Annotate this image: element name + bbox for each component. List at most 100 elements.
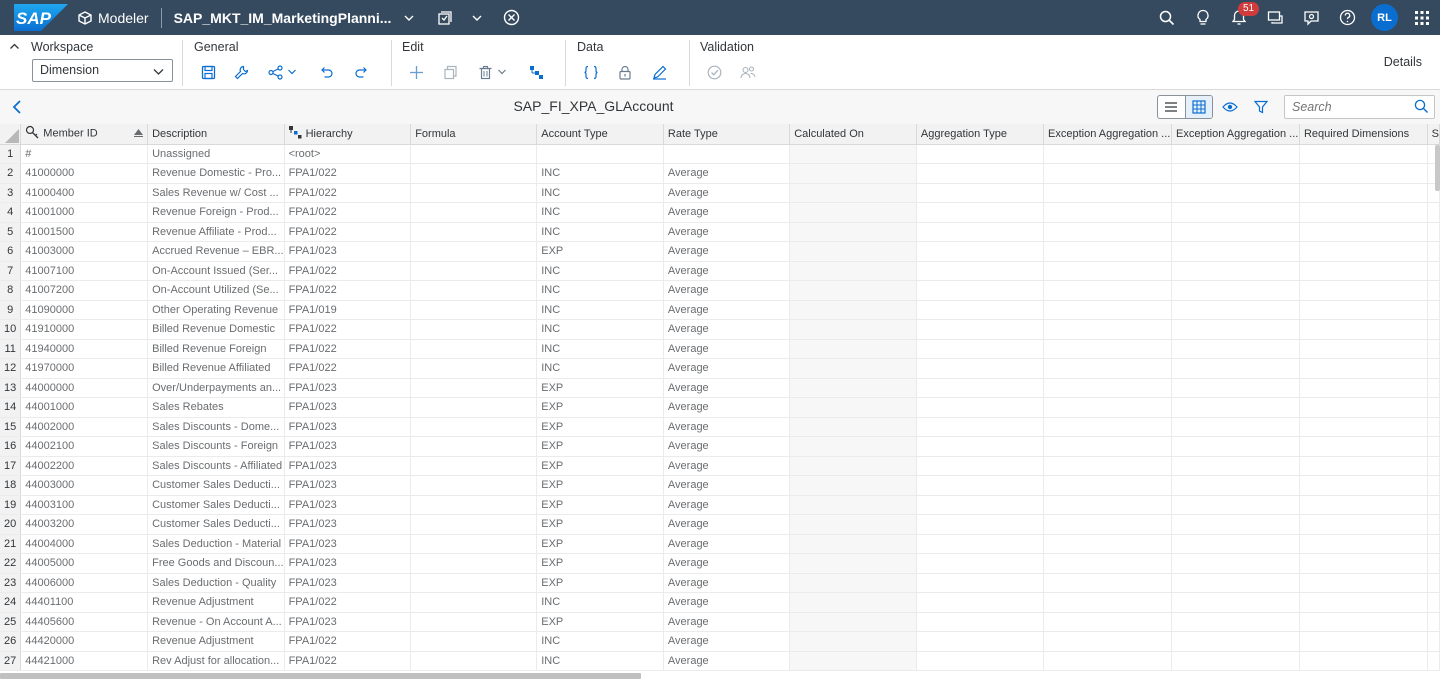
formula-cell[interactable] xyxy=(410,261,538,281)
empty-cell[interactable] xyxy=(1171,202,1300,223)
details-button[interactable]: Details xyxy=(1384,55,1422,69)
horizontal-scrollbar[interactable] xyxy=(0,673,641,679)
empty-cell[interactable] xyxy=(1043,475,1173,496)
empty-cell[interactable] xyxy=(1043,573,1173,593)
hierarchy-cell[interactable]: FPA1/022 xyxy=(284,261,412,281)
list-view-icon[interactable] xyxy=(1158,96,1185,118)
empty-cell[interactable] xyxy=(789,514,917,535)
member-id-cell[interactable]: 41970000 xyxy=(20,358,149,379)
account-type-cell[interactable]: INC xyxy=(536,300,664,320)
rate-type-cell[interactable]: Average xyxy=(663,261,791,281)
description-cell[interactable]: Sales Deduction - Quality xyxy=(147,573,285,593)
vertical-scrollbar[interactable] xyxy=(1435,145,1440,191)
collapse-chevron-up-icon[interactable] xyxy=(6,38,22,54)
sort-ascending-icon[interactable] xyxy=(134,128,144,140)
empty-cell[interactable] xyxy=(789,202,917,223)
delete-chevron-down-icon[interactable] xyxy=(495,62,509,82)
formula-cell[interactable] xyxy=(410,534,538,554)
empty-cell[interactable] xyxy=(789,280,917,301)
empty-cell[interactable] xyxy=(1299,475,1428,496)
empty-cell[interactable] xyxy=(1299,553,1428,574)
rate-type-cell[interactable]: Average xyxy=(663,339,791,359)
account-type-cell[interactable]: INC xyxy=(536,319,664,340)
empty-cell[interactable] xyxy=(1427,553,1440,574)
table-row[interactable]: 21 44004000 Sales Deduction - Material FPA1… xyxy=(0,534,1440,554)
formula-cell[interactable] xyxy=(410,397,538,418)
column-header-member-id[interactable]: Member ID xyxy=(20,124,149,145)
empty-cell[interactable] xyxy=(1299,222,1428,242)
account-type-cell[interactable]: EXP xyxy=(536,241,664,262)
empty-cell[interactable] xyxy=(1427,222,1440,242)
close-circle-icon[interactable] xyxy=(495,2,527,34)
empty-cell[interactable] xyxy=(1043,631,1173,652)
empty-cell[interactable] xyxy=(1043,651,1173,671)
hierarchy-cell[interactable]: FPA1/022 xyxy=(284,319,412,340)
empty-cell[interactable] xyxy=(1171,417,1300,437)
hierarchy-cell[interactable]: FPA1/023 xyxy=(284,495,412,515)
empty-cell[interactable] xyxy=(1171,261,1300,281)
empty-cell[interactable] xyxy=(916,534,1045,554)
formula-cell[interactable] xyxy=(410,339,538,359)
member-id-cell[interactable]: 44004000 xyxy=(20,534,149,554)
formula-cell[interactable] xyxy=(410,436,538,457)
description-cell[interactable]: Sales Discounts - Dome... xyxy=(147,417,285,437)
empty-cell[interactable] xyxy=(1427,339,1440,359)
account-type-cell[interactable]: EXP xyxy=(536,573,664,593)
empty-cell[interactable] xyxy=(916,358,1045,379)
account-type-cell[interactable]: INC xyxy=(536,163,664,184)
empty-cell[interactable] xyxy=(1299,436,1428,457)
hierarchy-cell[interactable]: FPA1/022 xyxy=(284,339,412,359)
rate-type-cell[interactable]: Average xyxy=(663,475,791,496)
description-cell[interactable]: Revenue Affiliate - Prod... xyxy=(147,222,285,242)
empty-cell[interactable] xyxy=(1043,202,1173,223)
empty-cell[interactable] xyxy=(1299,514,1428,535)
empty-cell[interactable] xyxy=(1043,397,1173,418)
empty-cell[interactable] xyxy=(1043,144,1173,164)
empty-cell[interactable] xyxy=(916,144,1045,164)
column-header-formula[interactable]: Formula xyxy=(410,124,538,145)
empty-cell[interactable] xyxy=(1043,436,1173,457)
member-id-cell[interactable]: 44401100 xyxy=(20,592,149,613)
formula-braces-icon[interactable] xyxy=(581,62,601,82)
empty-cell[interactable] xyxy=(1299,202,1428,223)
hierarchy-cell[interactable]: FPA1/023 xyxy=(284,378,412,398)
formula-cell[interactable] xyxy=(410,163,538,184)
account-type-cell[interactable]: INC xyxy=(536,631,664,652)
empty-cell[interactable] xyxy=(789,612,917,632)
empty-cell[interactable] xyxy=(916,573,1045,593)
account-type-cell[interactable]: INC xyxy=(536,280,664,301)
formula-cell[interactable] xyxy=(410,358,538,379)
empty-cell[interactable] xyxy=(916,241,1045,262)
empty-cell[interactable] xyxy=(916,378,1045,398)
description-cell[interactable]: Accrued Revenue – EBR... xyxy=(147,241,285,262)
table-row[interactable]: 10 41910000 Billed Revenue Domestic FPA1/02… xyxy=(0,319,1440,340)
account-type-cell[interactable]: EXP xyxy=(536,378,664,398)
users-check-icon[interactable] xyxy=(738,62,758,82)
rate-type-cell[interactable]: Average xyxy=(663,612,791,632)
formula-cell[interactable] xyxy=(410,456,538,476)
rate-type-cell[interactable]: Average xyxy=(663,241,791,262)
formula-cell[interactable] xyxy=(410,475,538,496)
empty-cell[interactable] xyxy=(916,300,1045,320)
hierarchy-cell[interactable]: FPA1/022 xyxy=(284,280,412,301)
empty-cell[interactable] xyxy=(1427,261,1440,281)
column-header-required-dimensions[interactable]: Required Dimensions xyxy=(1299,124,1428,145)
table-row[interactable]: 7 41007100 On-Account Issued (Ser... FPA1/0… xyxy=(0,261,1440,281)
empty-cell[interactable] xyxy=(1043,534,1173,554)
table-row[interactable]: 6 41003000 Accrued Revenue – EBR... FPA1/02… xyxy=(0,241,1440,262)
member-id-cell[interactable]: 44002100 xyxy=(20,436,149,457)
notifications-button[interactable]: 51 xyxy=(1221,1,1260,34)
empty-cell[interactable] xyxy=(1043,319,1173,340)
hierarchy-cell[interactable]: FPA1/023 xyxy=(284,417,412,437)
table-row[interactable]: 3 41000400 Sales Revenue w/ Cost ... FPA1/0… xyxy=(0,183,1440,203)
empty-cell[interactable] xyxy=(1427,358,1440,379)
hierarchy-cell[interactable]: FPA1/023 xyxy=(284,573,412,593)
rate-type-cell[interactable]: Average xyxy=(663,280,791,301)
filter-icon[interactable] xyxy=(1252,98,1270,116)
empty-cell[interactable] xyxy=(789,534,917,554)
rate-type-cell[interactable]: Average xyxy=(663,553,791,574)
description-cell[interactable]: Sales Discounts - Affiliated xyxy=(147,456,285,476)
formula-cell[interactable] xyxy=(410,553,538,574)
table-row[interactable]: 20 44003200 Customer Sales Deducti... FPA1/… xyxy=(0,514,1440,535)
description-cell[interactable]: Rev Adjust for allocation... xyxy=(147,651,285,671)
